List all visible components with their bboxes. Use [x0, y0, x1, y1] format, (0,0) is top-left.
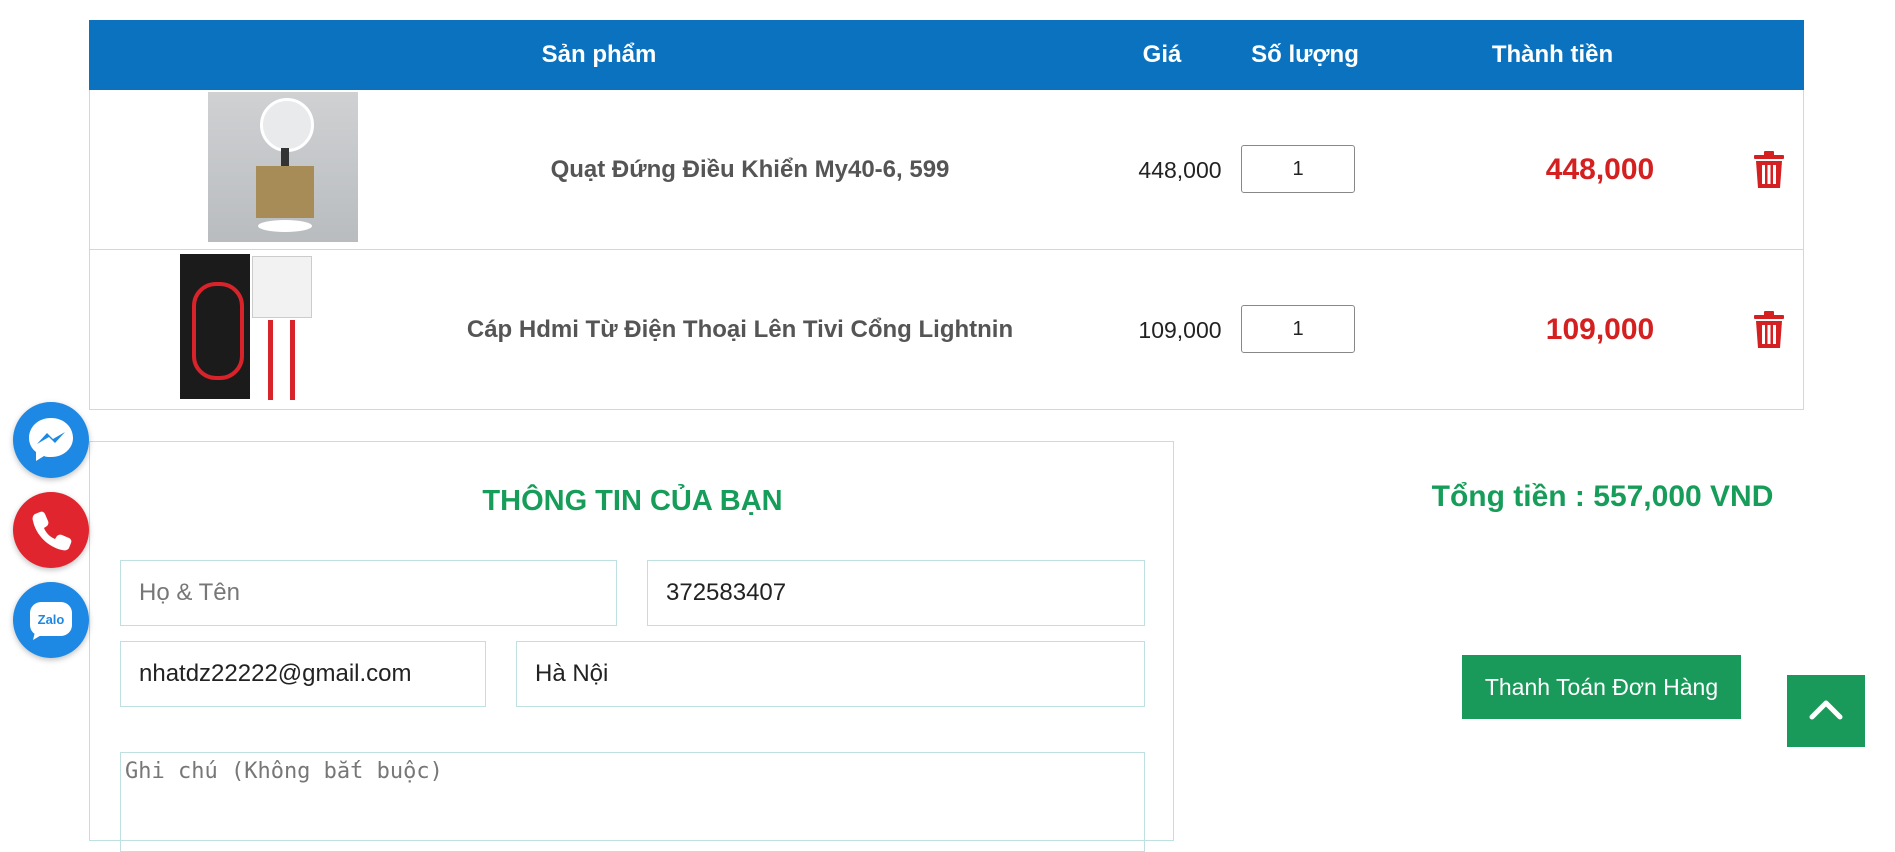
chevron-up-icon	[1809, 700, 1843, 720]
email-input[interactable]: nhatdz22222@gmail.com	[120, 641, 486, 707]
product-name[interactable]: Cáp Hdmi Từ Điện Thoại Lên Tivi Cổng Lig…	[450, 250, 1030, 409]
trash-icon[interactable]	[1753, 311, 1785, 349]
product-name[interactable]: Quạt Đứng Điều Khiển My40-6, 599	[500, 90, 1000, 249]
zalo-icon: Zalo	[30, 602, 72, 640]
cart-header: Sản phẩm Giá Số lượng Thành tiền	[89, 20, 1804, 90]
messenger-icon	[29, 418, 73, 461]
cart-table: Sản phẩm Giá Số lượng Thành tiền Quạt Đứ…	[89, 20, 1804, 410]
cart-row: Quạt Đứng Điều Khiển My40-6, 599 448,000…	[89, 90, 1804, 250]
quantity-input[interactable]: 1	[1241, 145, 1355, 193]
product-image-cable[interactable]	[180, 254, 315, 404]
header-product: Sản phẩm	[541, 41, 657, 68]
cart-row: Cáp Hdmi Từ Điện Thoại Lên Tivi Cổng Lig…	[89, 250, 1804, 410]
svg-text:Zalo: Zalo	[38, 612, 65, 627]
note-textarea[interactable]: Ghi chú (Không bắt buộc)	[120, 752, 1145, 852]
line-total: 448,000	[1545, 153, 1655, 186]
customer-info-panel: THÔNG TIN CỦA BẠN Họ & Tên 372583407 nha…	[89, 441, 1174, 852]
checkout-button[interactable]: Thanh Toán Đơn Hàng	[1462, 655, 1741, 719]
name-input[interactable]: Họ & Tên	[120, 560, 617, 626]
back-to-top-button[interactable]	[1787, 675, 1865, 747]
phone-button[interactable]	[13, 492, 89, 568]
info-title: THÔNG TIN CỦA BẠN	[482, 485, 783, 517]
header-total: Thành tiền	[1491, 41, 1614, 68]
phone-input[interactable]: 372583407	[647, 560, 1145, 626]
grand-total: Tổng tiền : 557,000 VND	[1431, 480, 1774, 513]
messenger-button[interactable]	[13, 402, 89, 478]
zalo-button[interactable]: Zalo	[13, 582, 89, 658]
header-quantity: Số lượng	[1251, 41, 1359, 68]
product-price: 109,000	[1138, 317, 1222, 343]
header-price: Giá	[1142, 41, 1182, 68]
product-image-fan[interactable]	[208, 92, 358, 242]
line-total: 109,000	[1545, 313, 1655, 346]
quantity-input[interactable]: 1	[1241, 305, 1355, 353]
address-input[interactable]: Hà Nội	[516, 641, 1145, 707]
product-price: 448,000	[1138, 157, 1222, 183]
trash-icon[interactable]	[1753, 151, 1785, 189]
phone-icon	[32, 511, 72, 551]
